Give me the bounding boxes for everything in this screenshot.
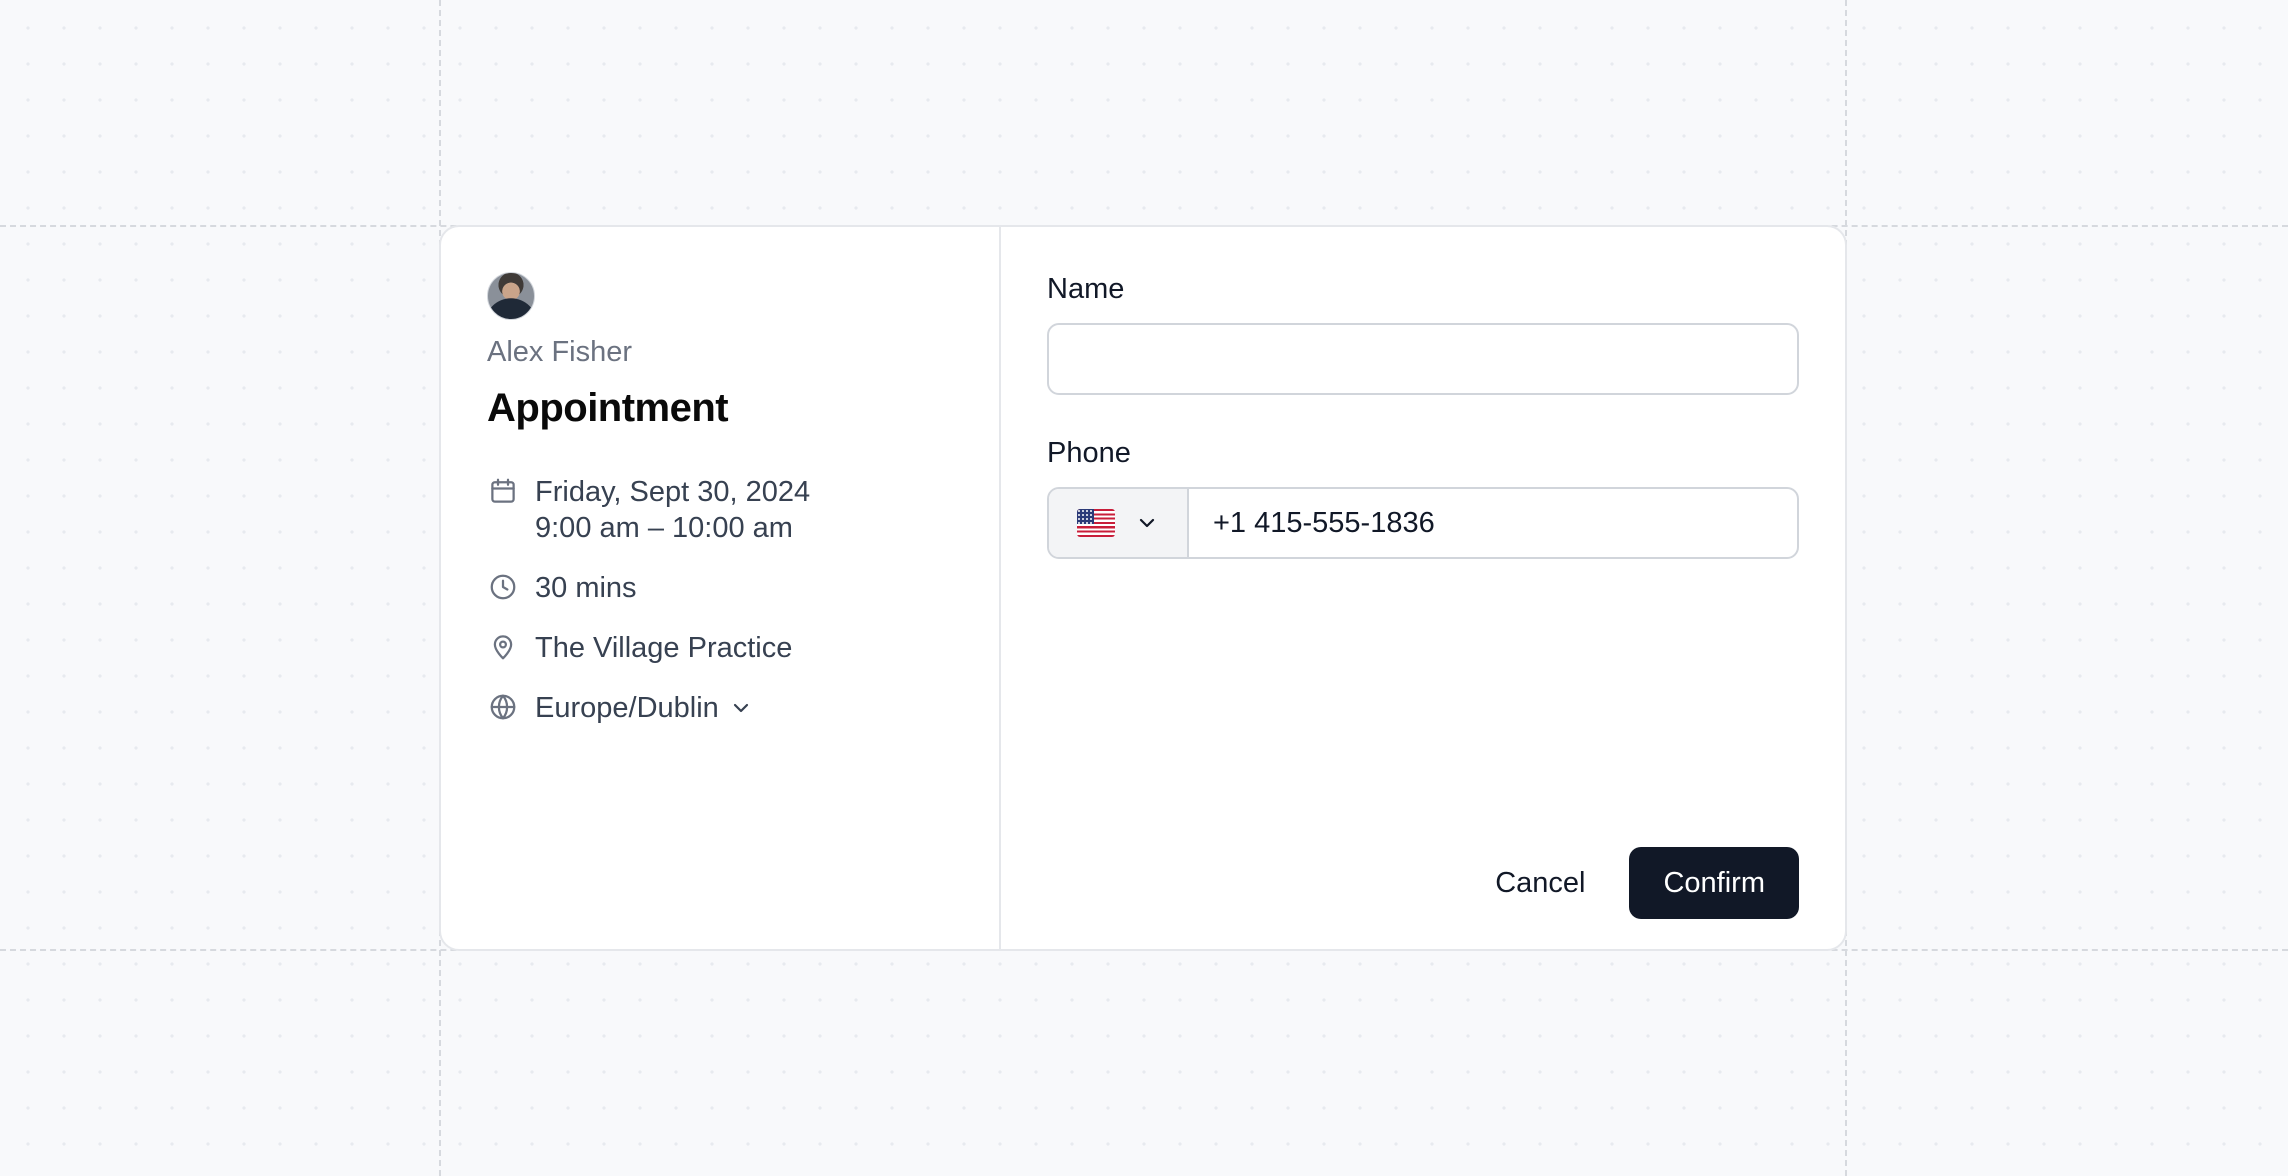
phone-label: Phone <box>1047 437 1131 469</box>
name-label: Name <box>1047 273 1125 305</box>
chevron-down-icon <box>1139 518 1155 528</box>
event-duration-row: 30 mins <box>487 570 953 606</box>
booking-card: Alex Fisher Appointment Friday, Sept 30,… <box>439 225 1847 951</box>
confirm-button[interactable]: Confirm <box>1629 847 1799 919</box>
form-actions: Cancel Confirm <box>1471 847 1799 919</box>
avatar <box>487 272 535 320</box>
chevron-down-icon <box>733 703 748 713</box>
event-title: Appointment <box>487 386 729 430</box>
globe-icon <box>487 691 519 723</box>
calendar-icon <box>487 475 519 507</box>
timezone-selector[interactable]: Europe/Dublin <box>487 690 953 726</box>
map-pin-icon <box>487 631 519 663</box>
event-location-row: The Village Practice <box>487 630 953 666</box>
us-flag-icon <box>1077 509 1115 537</box>
event-details-panel: Alex Fisher Appointment Friday, Sept 30,… <box>441 227 1001 949</box>
host-name: Alex Fisher <box>487 336 633 368</box>
clock-icon <box>487 571 519 603</box>
event-time: 9:00 am – 10:00 am <box>535 512 793 544</box>
name-input[interactable] <box>1047 323 1799 395</box>
event-date-row: Friday, Sept 30, 2024 9:00 am – 10:00 am <box>487 474 953 546</box>
event-meta: Friday, Sept 30, 2024 9:00 am – 10:00 am… <box>487 474 953 726</box>
event-duration: 30 mins <box>535 572 637 604</box>
phone-input[interactable]: +1 415-555-1836 <box>1189 489 1797 557</box>
event-location: The Village Practice <box>535 632 793 664</box>
timezone-value: Europe/Dublin <box>535 692 719 724</box>
page-background: Alex Fisher Appointment Friday, Sept 30,… <box>0 0 2288 1176</box>
event-date: Friday, Sept 30, 2024 <box>535 476 811 508</box>
phone-field: +1 415-555-1836 <box>1047 487 1799 559</box>
cancel-button[interactable]: Cancel <box>1471 847 1609 919</box>
country-code-select[interactable] <box>1049 489 1189 557</box>
booking-form: Name Phone +1 415-555-1836 Cancel Confir… <box>1001 227 1845 949</box>
